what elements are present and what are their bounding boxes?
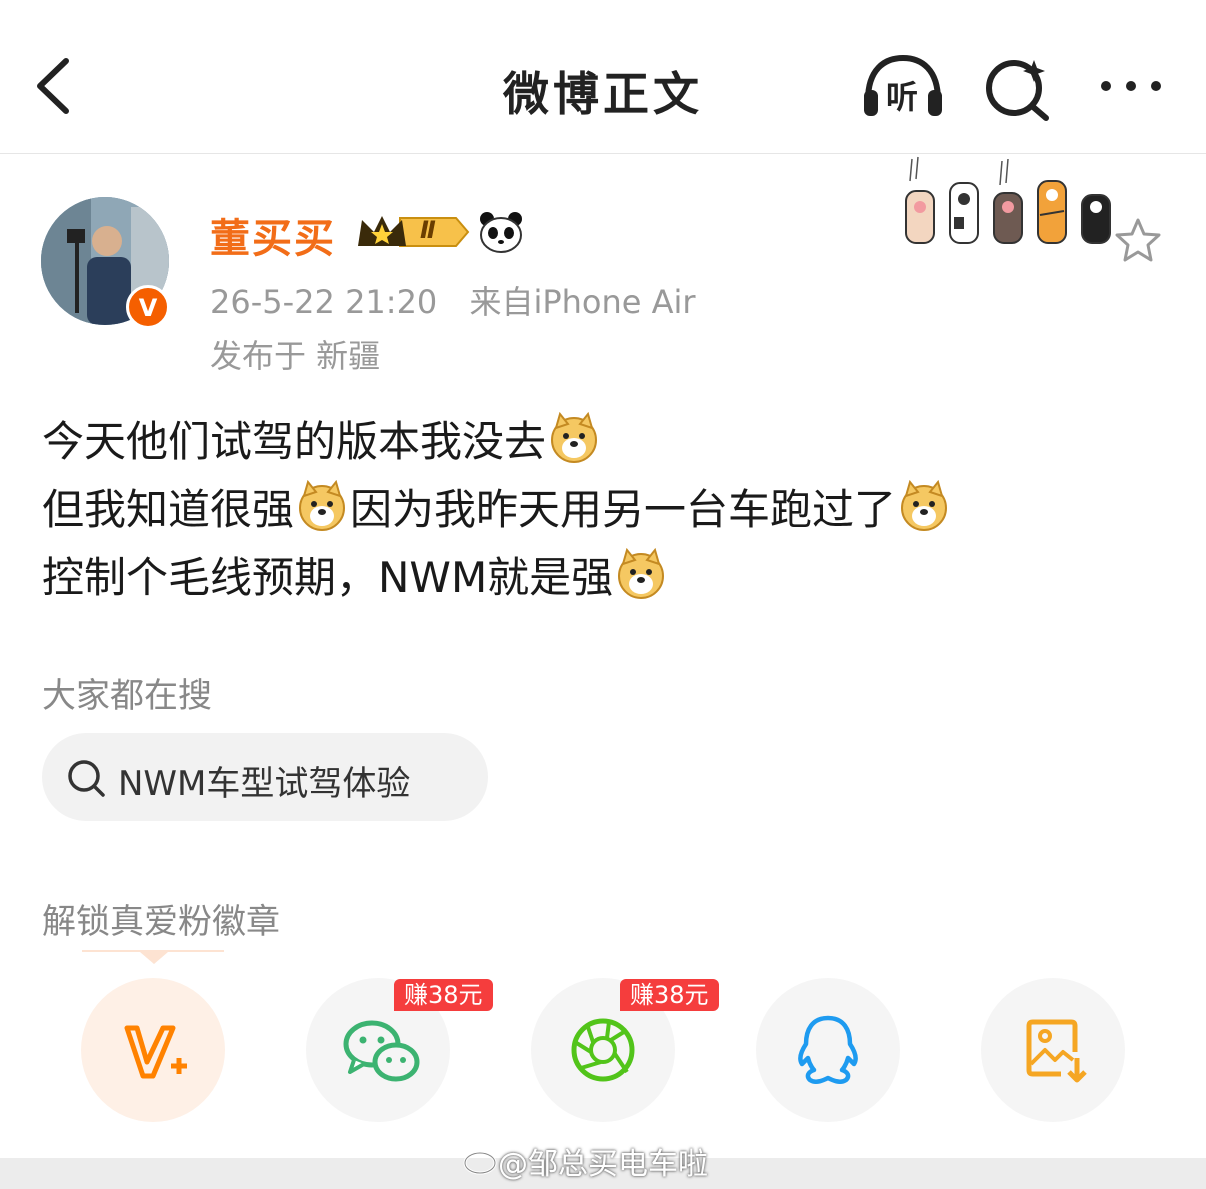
watermark — [462, 1141, 502, 1181]
vip-plus-icon — [124, 1025, 187, 1079]
post-source: 来自iPhone Air — [469, 283, 696, 321]
share-vip-button[interactable] — [81, 978, 225, 1122]
post-content: 今天他们试驾的版本我没去 但我知道很强 因为我昨天用另一台车跑过了 控制个毛线预期… — [42, 408, 952, 612]
moments-reward-badge: 赚38元 — [620, 979, 719, 1011]
badge-pointer-arrow — [140, 952, 168, 964]
post-meta: 26-5-22 21:20 来自iPhone Air — [210, 277, 718, 323]
post-text: 因为我昨天用另一台车跑过了 — [350, 485, 897, 534]
timestamp: 26-5-22 21:20 — [210, 283, 438, 321]
moments-icon — [571, 1018, 635, 1082]
vip-level: Ⅱ — [420, 216, 436, 244]
top-nav-bar: 微博正文 听 — [0, 0, 1206, 154]
paw-2 — [949, 182, 979, 244]
doge-emoji-icon — [901, 480, 948, 531]
post-text: 今天他们试驾的版本我没去 — [42, 417, 547, 466]
wechat-icon — [343, 1020, 420, 1082]
favorite-star-icon[interactable] — [1112, 216, 1164, 266]
vip-badge[interactable]: Ⅱ — [354, 212, 470, 252]
watermark-text: @邹总买电车啦 — [498, 1147, 708, 1182]
doge-emoji-icon — [551, 412, 598, 463]
paw-5 — [1081, 194, 1111, 244]
save-image-button[interactable] — [981, 978, 1125, 1122]
trending-chip-label: NWM车型试驾体验 — [118, 764, 411, 804]
paw-3 — [993, 192, 1023, 244]
wechat-reward-badge: 赚38元 — [394, 979, 493, 1011]
search-icon — [68, 760, 105, 797]
vip-crown-icon — [358, 216, 470, 247]
more-icon[interactable] — [1096, 52, 1166, 122]
paw-1 — [905, 190, 935, 244]
share-qq-button[interactable] — [756, 978, 900, 1122]
weibo-logo-icon — [463, 1145, 499, 1175]
doge-emoji-icon — [299, 480, 346, 531]
listen-label: 听 — [886, 78, 919, 116]
username[interactable]: 董买买 — [210, 206, 336, 264]
listen-button[interactable]: 听 — [860, 52, 946, 122]
doge-emoji-icon — [618, 548, 665, 599]
paw-4 — [1037, 180, 1067, 244]
qq-icon — [798, 1015, 858, 1084]
post-text: 但我知道很强 — [42, 485, 295, 534]
post-location: 发布于 新疆 — [210, 337, 381, 375]
post-line-3: 控制个毛线预期，NWM就是强 — [42, 544, 952, 612]
panda-icon — [480, 212, 522, 253]
search-icon[interactable] — [982, 52, 1052, 122]
post-line-2: 但我知道很强 因为我昨天用另一台车跑过了 — [42, 476, 952, 544]
trending-title: 大家都在搜 — [42, 676, 212, 716]
post-line-1: 今天他们试驾的版本我没去 — [42, 408, 952, 476]
fans-title: 解锁真爱粉徽章 — [42, 902, 280, 942]
save-image-icon — [1026, 1019, 1087, 1083]
post-text: 控制个毛线预期，NWM就是强 — [42, 553, 614, 602]
verified-badge: V — [126, 285, 170, 329]
trending-search-chip[interactable]: NWM车型试驾体验 — [42, 733, 488, 821]
cat-paws-decoration-icon — [905, 156, 1111, 244]
